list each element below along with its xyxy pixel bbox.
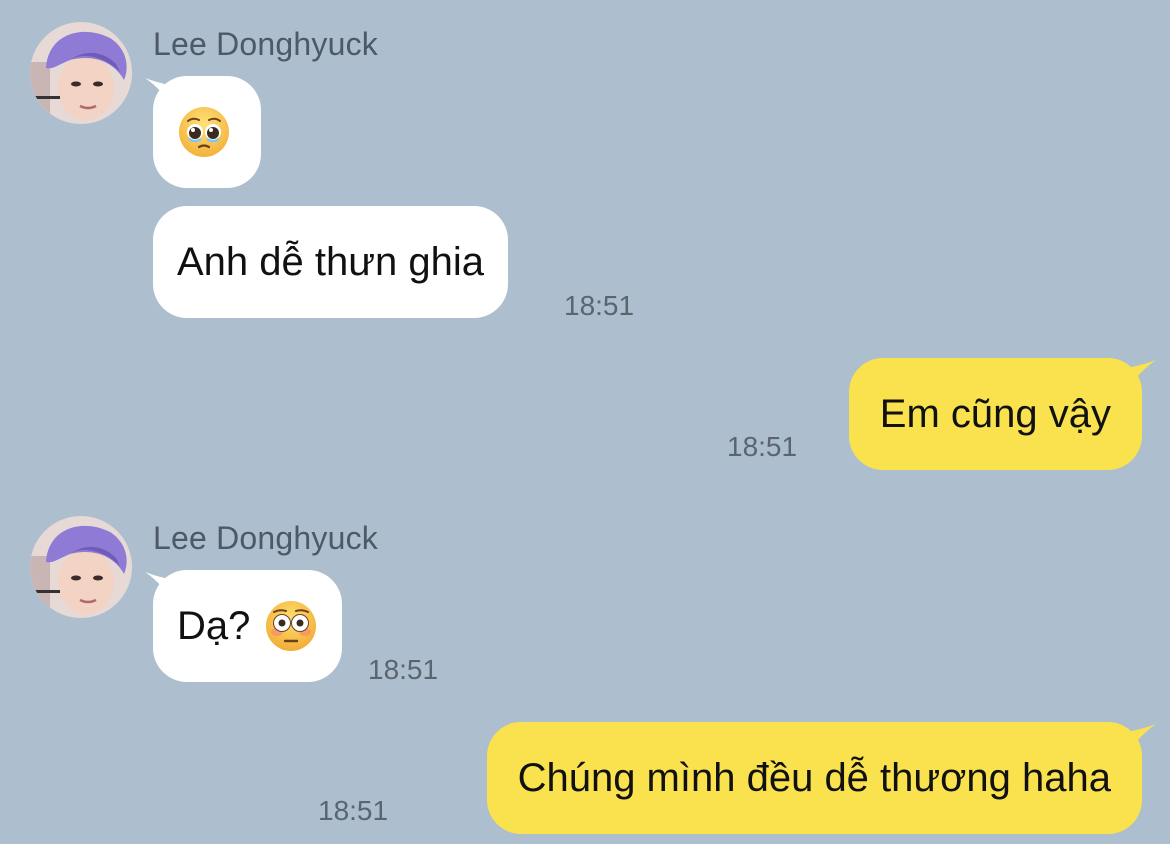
- profile-photo-avatar-icon: [30, 516, 132, 618]
- message-timestamp: 18:51: [727, 431, 798, 462]
- sender-name: Lee Donghyuck: [153, 520, 378, 556]
- sender-name: Lee Donghyuck: [153, 26, 378, 62]
- pleading-face-icon: [177, 105, 231, 159]
- message-text: Em cũng vậy: [879, 391, 1111, 436]
- message-timestamp: 18:51: [318, 795, 389, 826]
- message-bubble[interactable]: Dạ?: [153, 570, 343, 682]
- message-text: Anh dễ thưn ghia: [177, 239, 485, 284]
- sender-avatar[interactable]: [30, 516, 132, 618]
- message-text: Dạ?: [177, 603, 251, 648]
- message-bubble[interactable]: Chúng mình đều dễ thương haha: [486, 722, 1142, 834]
- message-bubble[interactable]: Em cũng vậy: [848, 358, 1142, 470]
- flushed-face-icon: [264, 599, 318, 653]
- message-bubble[interactable]: Anh dễ thưn ghia: [153, 206, 509, 318]
- message-bubble[interactable]: [153, 76, 261, 188]
- sender-avatar[interactable]: [30, 22, 132, 124]
- profile-photo-avatar-icon: [30, 22, 132, 124]
- message-timestamp: 18:51: [368, 654, 439, 685]
- message-timestamp: 18:51: [564, 290, 635, 321]
- message-text: Chúng mình đều dễ thương haha: [517, 755, 1111, 800]
